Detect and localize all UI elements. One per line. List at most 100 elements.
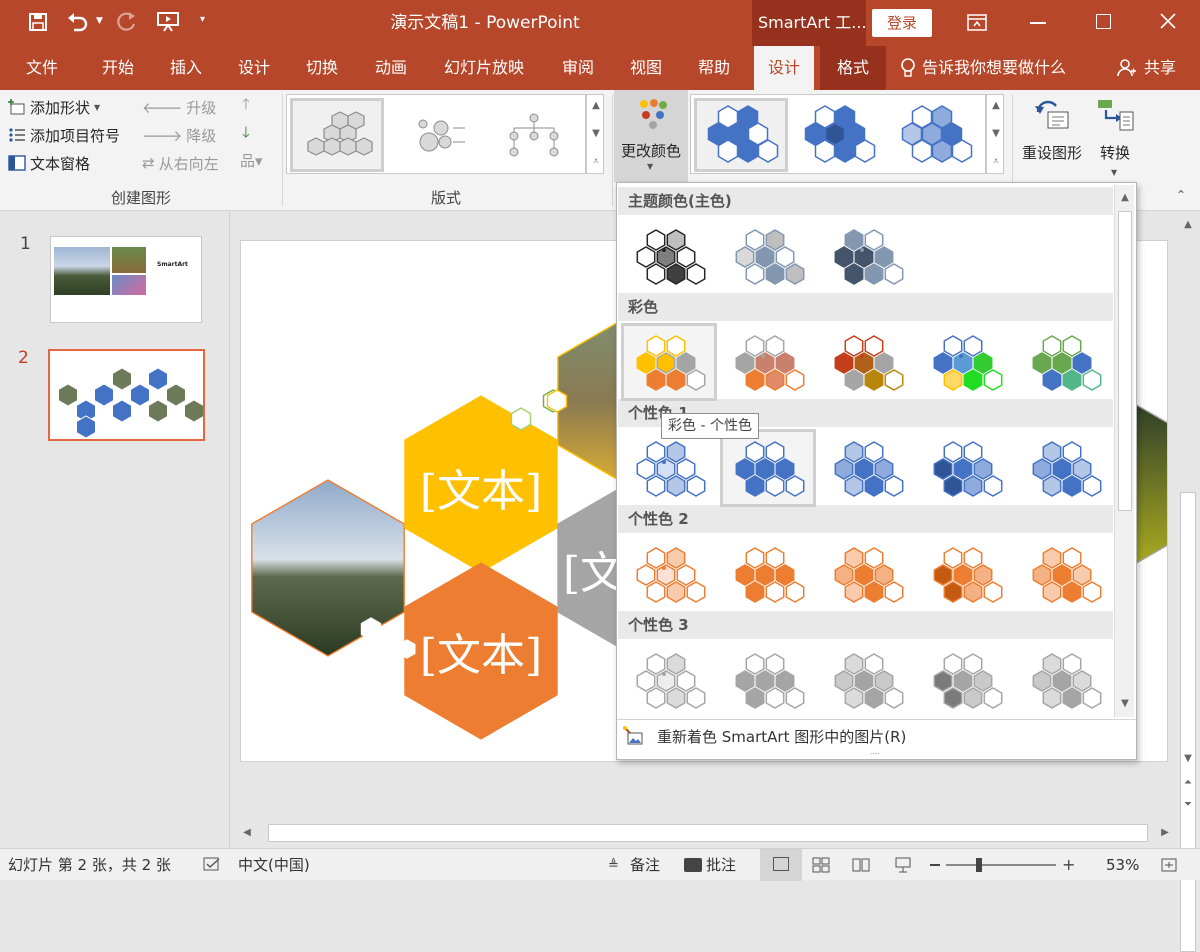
slide-counter[interactable]: 幻灯片 第 2 张，共 2 张 [8,849,171,881]
color-variant-option[interactable] [819,429,915,507]
notes-button[interactable]: 备注 [630,849,660,881]
scroll-right-icon[interactable]: ▶ [1156,824,1174,842]
save-icon[interactable] [28,12,48,32]
close-icon[interactable] [1158,11,1178,31]
add-shape-button[interactable]: 添加形状 ▼ [8,96,100,118]
tab-review[interactable]: 审阅 [550,46,606,90]
color-variant-option[interactable] [819,217,915,295]
horizontal-scrollbar[interactable]: ◀ ▶ [236,822,1176,844]
tab-design[interactable]: 设计 [226,46,282,90]
tab-transitions[interactable]: 切换 [294,46,350,90]
scroll-up-icon[interactable]: ▲ [987,97,1005,115]
move-down-icon[interactable]: 🡓 [242,122,250,147]
recolor-pictures-item[interactable]: 重新着色 SmartArt 图形中的图片(R) [623,723,906,749]
convert-button[interactable]: 转换 ▼ [1090,92,1140,182]
reset-graphic-button[interactable]: 重设图形 [1016,92,1088,178]
color-variant-option[interactable] [1017,641,1113,719]
scroll-thumb[interactable] [268,824,1148,842]
comments-button[interactable]: 批注 [706,849,736,881]
style-option-2[interactable] [791,98,885,172]
slide-sorter-icon[interactable] [812,857,830,873]
color-variant-option[interactable] [1017,535,1113,613]
minimize-icon[interactable] [1030,22,1046,24]
text-pane-button[interactable]: 文本窗格 [8,152,90,174]
zoom-out-icon[interactable] [930,864,940,866]
color-variant-option[interactable] [720,323,816,401]
resize-grip[interactable]: .... [863,748,887,756]
color-variant-option[interactable] [918,429,1014,507]
color-variant-option[interactable] [1017,429,1113,507]
style-option-3[interactable] [888,98,982,172]
color-variant-option[interactable] [621,217,717,295]
change-colors-button[interactable]: 更改颜色 ▼ [614,90,688,182]
placeholder-text-orange[interactable]: [文本] [411,619,551,683]
zoom-in-icon[interactable]: + [1062,857,1075,873]
vertical-scrollbar[interactable]: ▲ ▼ ⏶ ⏷ [1176,212,1200,952]
scroll-down-icon[interactable]: ▼ [587,125,605,143]
scroll-up-icon[interactable]: ▲ [1179,216,1197,234]
color-variant-option[interactable] [621,323,717,401]
next-slide-icon[interactable]: ⏷ [1179,796,1197,814]
placeholder-text-yellow[interactable]: [文本] [411,455,551,519]
spelling-check-icon[interactable] [203,857,221,873]
expand-gallery-icon[interactable]: ⩡ [987,153,1005,171]
zoom-slider[interactable] [946,858,1056,872]
scroll-thumb[interactable] [1180,492,1196,952]
color-variant-option[interactable] [819,323,915,401]
color-variant-option[interactable] [1017,323,1113,401]
tab-insert[interactable]: 插入 [158,46,214,90]
color-variant-option[interactable] [918,535,1014,613]
scroll-down-icon[interactable]: ▼ [987,125,1005,143]
comments-icon[interactable] [684,858,702,872]
slide-thumbnail-1[interactable]: SmartArt [50,236,202,323]
add-bullet-button[interactable]: 添加项目符号 [8,124,120,146]
tab-home[interactable]: 开始 [90,46,146,90]
slide-thumbnail-2[interactable] [48,349,205,441]
style-option-1[interactable] [694,98,788,172]
color-variant-option[interactable] [819,641,915,719]
ribbon-display-options-icon[interactable] [966,13,988,33]
language-indicator[interactable]: 中文(中国) [238,849,310,881]
tab-animations[interactable]: 动画 [363,46,419,90]
share-person-icon[interactable] [1116,58,1136,78]
dropdown-scrollbar[interactable]: ▲ ▼ [1114,185,1134,717]
tab-smartart-design[interactable]: 设计 [754,46,814,90]
tab-view[interactable]: 视图 [618,46,674,90]
layout-option-circle-connect[interactable] [389,98,483,172]
maximize-icon[interactable] [1096,14,1111,29]
expand-gallery-icon[interactable]: ⩡ [587,153,605,171]
login-button[interactable]: 登录 [872,9,932,37]
color-variant-option[interactable] [720,217,816,295]
color-variant-option[interactable] [918,641,1014,719]
undo-dropdown-icon[interactable]: ▼ [96,16,103,26]
scroll-down-icon[interactable]: ▼ [1116,695,1134,713]
color-variant-option[interactable] [720,535,816,613]
color-variant-option[interactable] [720,429,816,507]
tab-help[interactable]: 帮助 [686,46,742,90]
tab-file[interactable]: 文件 [14,46,70,90]
color-variant-option[interactable] [918,323,1014,401]
view-normal-button[interactable] [760,849,802,881]
placeholder-text-gray[interactable]: [文 [563,537,624,601]
notes-icon[interactable]: ≜ [608,858,619,873]
scroll-thumb[interactable] [1118,211,1132,511]
start-slideshow-icon[interactable] [156,10,180,32]
scroll-left-icon[interactable]: ◀ [238,824,256,842]
color-variant-option[interactable] [720,641,816,719]
color-variant-option[interactable] [621,429,717,507]
zoom-slider-thumb[interactable] [976,858,982,872]
reading-view-icon[interactable] [852,857,870,873]
tab-slideshow[interactable]: 幻灯片放映 [436,46,532,90]
undo-icon[interactable] [66,10,88,32]
scroll-up-icon[interactable]: ▲ [1116,189,1134,207]
collapse-ribbon-icon[interactable]: ⌃ [1176,188,1186,202]
scroll-up-icon[interactable]: ▲ [587,97,605,115]
color-variant-option[interactable] [621,535,717,613]
tell-me-search[interactable]: 告诉我你想要做什么 [922,46,1078,90]
layout-option-hexagon-cluster[interactable] [290,98,384,172]
color-variant-option[interactable] [819,535,915,613]
layout-option-hierarchy[interactable] [487,98,581,172]
fit-slide-icon[interactable] [1160,857,1178,873]
share-button[interactable]: 共享 [1140,46,1180,90]
scroll-down-icon[interactable]: ▼ [1179,750,1197,768]
